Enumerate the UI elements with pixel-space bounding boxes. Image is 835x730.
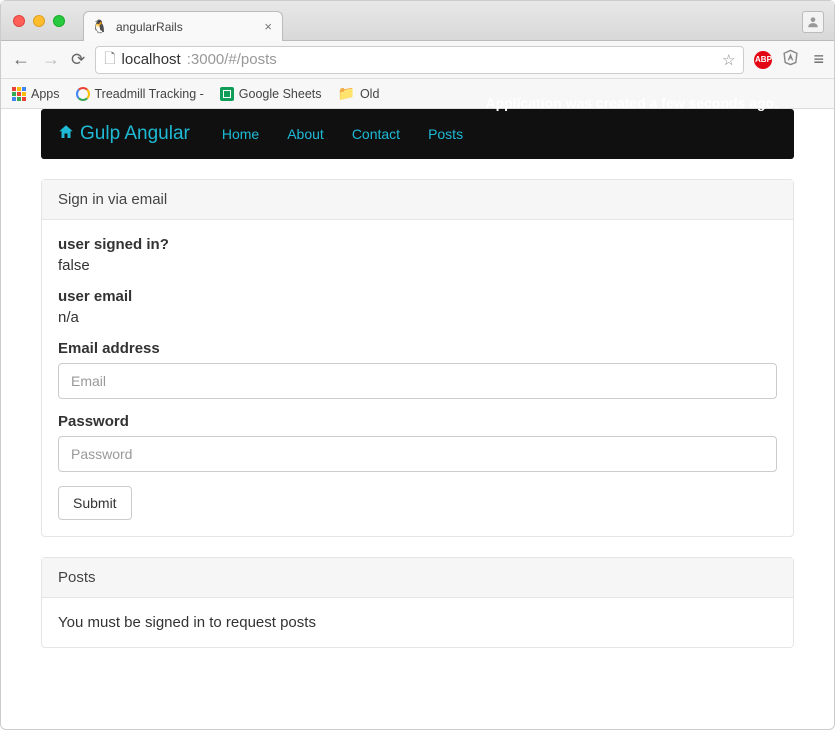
user-email-value: n/a	[58, 309, 777, 326]
adblock-badge-icon[interactable]: ABP	[754, 51, 772, 69]
brand-text: Gulp Angular	[80, 123, 190, 145]
tab-strip: 🐧 angularRails ×	[83, 1, 283, 40]
signed-in-value: false	[58, 257, 777, 274]
close-tab-icon[interactable]: ×	[264, 19, 272, 34]
old-folder-bookmark[interactable]: 📁 Old	[338, 85, 380, 102]
favicon-icon: 🐧	[92, 19, 108, 35]
address-bar: ← → ⟳ 🗋 localhost :3000/#/posts ☆ ABP ≡	[1, 41, 834, 79]
apps-grid-icon	[12, 87, 26, 101]
minimize-window-button[interactable]	[33, 15, 45, 27]
sheets-icon	[220, 87, 234, 101]
signin-panel: Sign in via email user signed in? false …	[41, 179, 794, 537]
creation-alert: Application was created a few seconds ag…	[485, 95, 778, 111]
folder-icon: 📁	[338, 85, 355, 102]
google-icon	[76, 87, 90, 101]
browser-tab[interactable]: 🐧 angularRails ×	[83, 11, 283, 41]
password-label: Password	[58, 413, 777, 430]
sheets-label: Google Sheets	[239, 87, 322, 101]
nav-posts[interactable]: Posts	[428, 126, 463, 142]
nav-links: Home About Contact Posts	[222, 126, 463, 142]
signin-panel-body: user signed in? false user email n/a Ema…	[42, 220, 793, 536]
url-path: :3000/#/posts	[187, 51, 277, 68]
app-navbar: Application was created a few seconds ag…	[41, 109, 794, 159]
brand-link[interactable]: Gulp Angular	[57, 123, 190, 146]
browser-titlebar: 🐧 angularRails ×	[1, 1, 834, 41]
email-input[interactable]	[58, 363, 777, 399]
signed-in-label: user signed in?	[58, 236, 169, 253]
home-icon	[57, 123, 75, 146]
url-host: localhost	[122, 51, 181, 68]
user-email-label: user email	[58, 288, 132, 305]
posts-message: You must be signed in to request posts	[58, 614, 316, 631]
close-window-button[interactable]	[13, 15, 25, 27]
nav-home[interactable]: Home	[222, 126, 259, 142]
back-button[interactable]: ←	[11, 49, 31, 70]
page-icon: 🗋	[104, 48, 115, 72]
profile-button[interactable]	[802, 11, 824, 33]
traffic-lights	[13, 15, 65, 27]
url-input[interactable]: 🗋 localhost :3000/#/posts ☆	[95, 46, 744, 74]
sheets-bookmark[interactable]: Google Sheets	[220, 87, 322, 101]
treadmill-label: Treadmill Tracking -	[95, 87, 204, 101]
old-label: Old	[360, 87, 379, 101]
nav-contact[interactable]: Contact	[352, 126, 400, 142]
submit-button[interactable]: Submit	[58, 486, 132, 520]
email-label: Email address	[58, 340, 777, 357]
page-content: Application was created a few seconds ag…	[1, 109, 834, 688]
angular-extension-icon[interactable]	[782, 49, 799, 71]
signin-panel-header: Sign in via email	[42, 180, 793, 220]
treadmill-bookmark[interactable]: Treadmill Tracking -	[76, 87, 204, 101]
apps-bookmark[interactable]: Apps	[12, 87, 60, 101]
hamburger-menu-icon[interactable]: ≡	[813, 49, 824, 70]
posts-panel-header: Posts	[42, 558, 793, 598]
posts-panel-body: You must be signed in to request posts	[42, 598, 793, 647]
password-input[interactable]	[58, 436, 777, 472]
maximize-window-button[interactable]	[53, 15, 65, 27]
apps-label: Apps	[31, 87, 60, 101]
forward-button[interactable]: →	[41, 49, 61, 70]
reload-button[interactable]: ⟳	[71, 50, 85, 70]
tab-title: angularRails	[116, 20, 183, 34]
posts-panel: Posts You must be signed in to request p…	[41, 557, 794, 648]
bookmark-star-icon[interactable]: ☆	[722, 51, 735, 69]
nav-about[interactable]: About	[287, 126, 324, 142]
